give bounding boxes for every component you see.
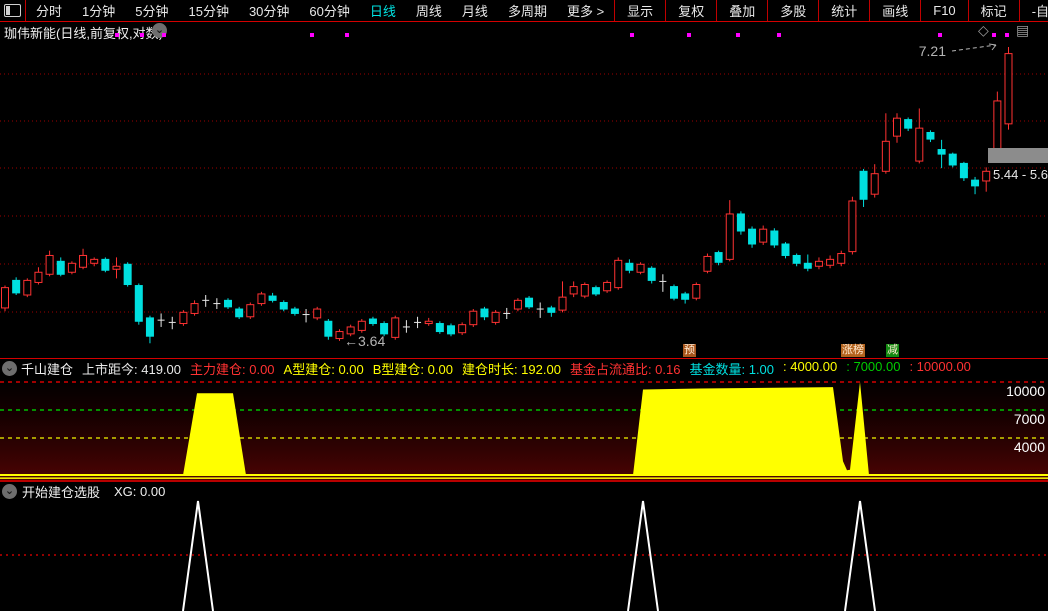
event-mark-dot <box>345 33 349 37</box>
xg-header: ⌄ 开始建仓选股 XG: 0.00 <box>0 482 1048 500</box>
period-menu: 分时 1分钟 5分钟 15分钟 30分钟 60分钟 日线 周线 月线 多周期 更多 > <box>26 1 614 20</box>
toolbar-item-复权[interactable]: 复权 <box>666 1 716 20</box>
indicator-axis-label: 10000 <box>1006 383 1045 399</box>
toolbar-item-统计[interactable]: 统计 <box>819 1 869 20</box>
chart-badge-减[interactable]: 减 <box>886 344 899 357</box>
event-mark-dot <box>115 33 119 37</box>
indicator-axis-label: 7000 <box>1014 411 1045 427</box>
xg-signal-spike <box>844 500 876 611</box>
event-mark-dot <box>630 33 634 37</box>
indicator-field-上市距今: 上市距今: 419.00 <box>82 362 182 377</box>
chart-badge-预[interactable]: 预 <box>683 344 696 357</box>
toolbar-item-1分钟[interactable]: 1分钟 <box>72 1 125 20</box>
event-mark-dot <box>162 33 166 37</box>
indicator-field: : 7000.00 <box>846 359 901 374</box>
event-mark-dot <box>687 33 691 37</box>
fund-position-area <box>633 382 869 476</box>
xg-signal-spike <box>627 500 659 611</box>
xg-signal-spike <box>182 500 214 611</box>
indicator-name[interactable]: 千山建仓 <box>21 359 73 378</box>
collapse-xg-icon[interactable]: ⌄ <box>2 483 17 499</box>
toolbar-item-周线[interactable]: 周线 <box>406 1 452 20</box>
indicator-field-主力建仓: 主力建仓: 0.00 <box>190 362 275 377</box>
indicator-field-B型建仓: B型建仓: 0.00 <box>372 362 453 377</box>
toolbar-item-多股[interactable]: 多股 <box>768 1 818 20</box>
toolbar-item-30分钟[interactable]: 30分钟 <box>239 1 299 20</box>
toolbar-item-显示[interactable]: 显示 <box>615 1 665 20</box>
range-box <box>988 148 1048 163</box>
range-label: 5.44 - 5.63 <box>993 167 1048 182</box>
indicator-panel[interactable]: 10000 7000 4000 <box>0 378 1048 480</box>
event-mark-dot <box>777 33 781 37</box>
event-mark-dot <box>938 33 942 37</box>
top-toolbar: 分时 1分钟 5分钟 15分钟 30分钟 60分钟 日线 周线 月线 多周期 更多 > 显示 复权 叠加… <box>0 0 1048 22</box>
title-row: 珈伟新能(日线,前复权,对数) ⌄ ◇ ▤ <box>0 22 1048 41</box>
toolbar-item--自定[interactable]: -自定 <box>1020 1 1048 20</box>
xg-signal-panel[interactable] <box>0 500 1048 611</box>
low-price-label: ←3.64 <box>344 333 385 349</box>
high-price-label: 7.21 <box>919 43 946 59</box>
toolbar-item-60分钟[interactable]: 60分钟 <box>299 1 359 20</box>
indicator-header: ⌄ 千山建仓 上市距今: 419.00 主力建仓: 0.00 A型建仓: 0.00 B… <box>0 358 1048 378</box>
indicator-field-建仓时长: 建仓时长: 192.00 <box>461 362 561 377</box>
chart-badge-涨榜[interactable]: 涨榜 <box>841 344 865 357</box>
note-tool-icon[interactable]: ▤ <box>1016 22 1029 39</box>
indicator-values: 上市距今: 419.00 主力建仓: 0.00 A型建仓: 0.00 B型建仓: 0.… <box>82 359 980 378</box>
collapse-indicator-icon[interactable]: ⌄ <box>2 361 17 376</box>
xg-indicator-name[interactable]: 开始建仓选股 <box>22 482 100 501</box>
toolbar-item-日线[interactable]: 日线 <box>360 1 406 20</box>
toolbar-item-15分钟[interactable]: 15分钟 <box>178 1 238 20</box>
event-mark-dot <box>992 33 996 37</box>
xg-value: XG: 0.00 <box>114 483 166 499</box>
indicator-field: : 10000.00 <box>909 359 971 374</box>
layout-toggle-icon[interactable] <box>4 4 21 17</box>
main-candlestick-chart[interactable]: 7.21 ←3.64 5.44 - 5.63 <box>0 40 1048 358</box>
indicator-field-基金占流通比: 基金占流通比: 0.16 <box>569 362 681 377</box>
indicator-axis-label: 4000 <box>1014 439 1045 455</box>
toolbar-item-更多 >[interactable]: 更多 > <box>557 1 614 20</box>
toolbar-item-标记[interactable]: 标记 <box>969 1 1019 20</box>
event-mark-dot <box>140 33 144 37</box>
indicator-field-A型建仓: A型建仓: 0.00 <box>283 362 364 377</box>
indicator-field: : 4000.00 <box>783 359 838 374</box>
fund-position-area <box>183 393 246 476</box>
event-mark-dot <box>310 33 314 37</box>
event-mark-dot <box>736 33 740 37</box>
indicator-field-基金数量: 基金数量: 1.00 <box>689 362 775 377</box>
toolbar-item-叠加[interactable]: 叠加 <box>717 1 767 20</box>
toolbar-item-月线[interactable]: 月线 <box>452 1 498 20</box>
toolbar-item-分时[interactable]: 分时 <box>26 1 72 20</box>
diamond-tool-icon[interactable]: ◇ <box>978 22 989 39</box>
toolbar-item-F10[interactable]: F10 <box>921 3 967 18</box>
toolbar-item-多周期[interactable]: 多周期 <box>498 1 557 20</box>
right-menu: 显示复权叠加多股统计画线F10标记-自定 <box>614 0 1048 21</box>
toolbar-item-画线[interactable]: 画线 <box>870 1 920 20</box>
toolbar-item-5分钟[interactable]: 5分钟 <box>125 1 178 20</box>
event-mark-dot <box>1005 33 1009 37</box>
